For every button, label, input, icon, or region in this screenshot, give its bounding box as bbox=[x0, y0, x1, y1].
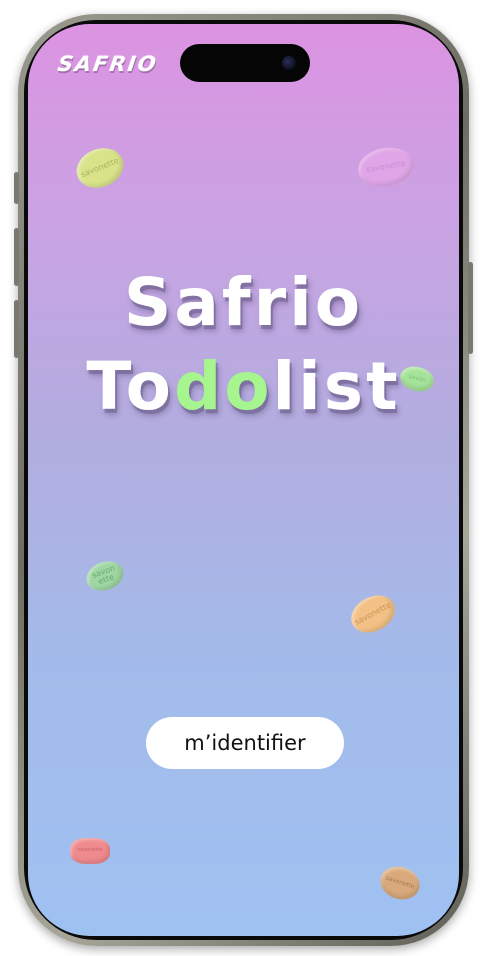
app-title-line-2: Todolist bbox=[28, 354, 459, 420]
volume-up-button bbox=[14, 228, 19, 286]
soap-decoration: savon ette bbox=[82, 556, 128, 596]
title-to: To bbox=[86, 348, 174, 425]
title-list: list bbox=[272, 348, 401, 425]
title-do-highlight: do bbox=[173, 348, 273, 425]
power-button bbox=[468, 262, 473, 354]
front-camera-icon bbox=[282, 56, 296, 70]
app-screen: SAFRIO savonette savonette savon savon e… bbox=[28, 24, 459, 936]
soap-decoration: savonette bbox=[376, 861, 424, 905]
soap-decoration: savonette bbox=[70, 141, 130, 195]
soap-decoration: savonette bbox=[355, 143, 417, 191]
login-button[interactable]: m’identifier bbox=[146, 717, 344, 769]
soap-decoration: savonette bbox=[70, 838, 110, 864]
dynamic-island bbox=[180, 44, 310, 82]
soap-decoration: savonette bbox=[344, 588, 402, 640]
action-button bbox=[14, 172, 19, 204]
app-title-line-1: Safrio bbox=[123, 264, 364, 341]
brand-logo: SAFRIO bbox=[56, 52, 160, 76]
volume-down-button bbox=[14, 300, 19, 358]
